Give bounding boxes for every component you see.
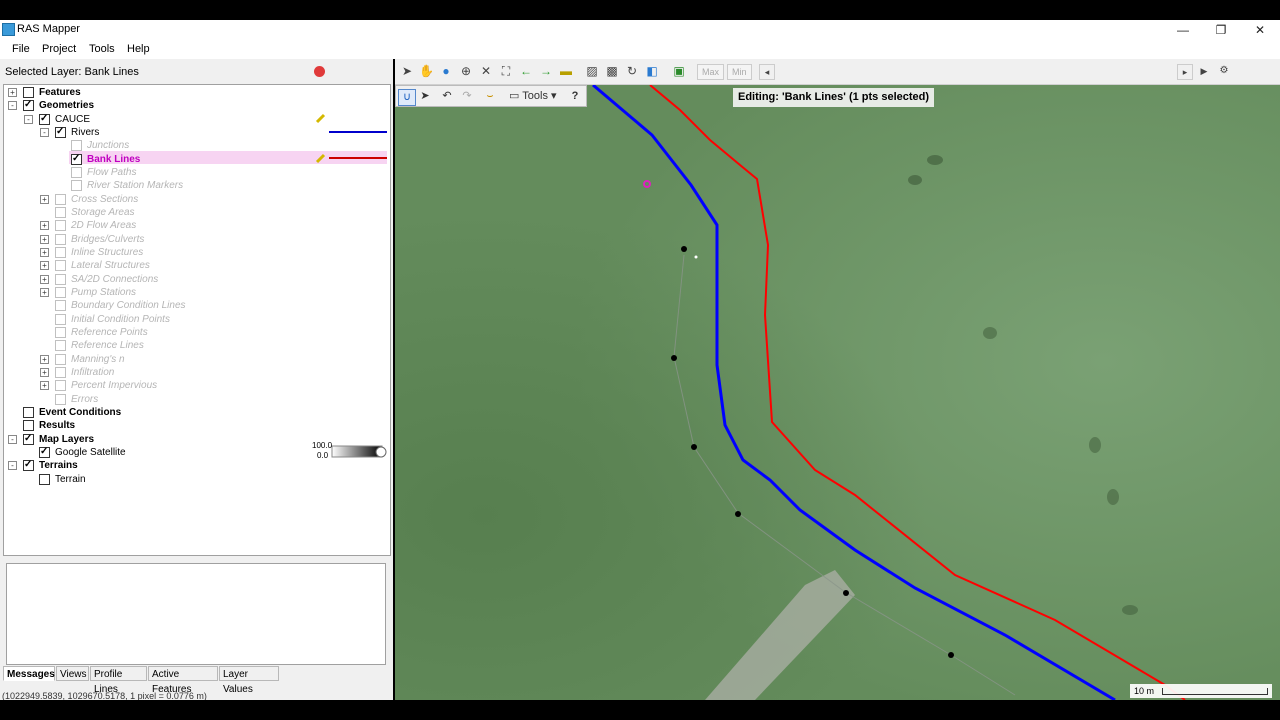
tree-feature xyxy=(908,175,922,185)
tab-profile-lines[interactable]: Profile Lines xyxy=(90,666,147,695)
messages-box xyxy=(6,563,386,665)
opacity-top-label: 100.0 xyxy=(312,441,333,450)
full-extent-icon[interactable]: ⛶ xyxy=(499,64,513,78)
bank-line-vertex xyxy=(843,590,849,596)
profile-icon[interactable]: ▨ xyxy=(585,64,599,78)
tree-feature xyxy=(983,327,997,339)
tab-layer-values[interactable]: Layer Values xyxy=(219,666,279,695)
letterbox-bottom xyxy=(0,700,1280,720)
window-title: RAS Mapper xyxy=(17,23,80,35)
max-button[interactable]: Max xyxy=(697,64,725,80)
tab-views[interactable]: Views xyxy=(56,666,89,681)
bank-line-vertex xyxy=(671,355,677,361)
mouse-cursor-icon xyxy=(694,255,698,259)
tree-feature xyxy=(1122,605,1138,615)
map-canvas xyxy=(395,85,1280,700)
tools-dropdown[interactable]: ▭ Tools ▾ xyxy=(509,89,561,104)
tree-feature xyxy=(1089,437,1101,453)
next-icon[interactable]: ▸ xyxy=(1177,64,1193,80)
min-button[interactable]: Min xyxy=(727,64,752,80)
layer-panel: Selected Layer: Bank Lines +Features-Geo… xyxy=(0,59,393,701)
edit-feature-icon[interactable]: ⌣ xyxy=(483,89,497,104)
tree-feature xyxy=(927,155,943,165)
scale-bar-label: 10 m xyxy=(1133,686,1154,696)
sync-icon[interactable]: ↻ xyxy=(625,64,639,78)
hatch-icon[interactable]: ▩ xyxy=(605,64,619,78)
back-arrow-icon[interactable]: ← xyxy=(519,64,533,78)
tools-dropdown-label: Tools xyxy=(522,90,548,102)
bank-lines-edit-icon xyxy=(315,153,326,164)
restore-button[interactable]: ❐ xyxy=(1206,22,1236,38)
scale-bar: 10 m xyxy=(1129,684,1272,698)
select-vertex-icon[interactable]: ➤ xyxy=(418,89,432,104)
layer-tree: +Features-Geometries-CAUCE-RiversJunctio… xyxy=(3,84,391,556)
measure-icon[interactable]: ▬ xyxy=(559,64,573,78)
title-bar: RAS Mapper — ❐ ✕ xyxy=(0,20,1280,40)
bank-line-vertex xyxy=(691,444,697,450)
minimize-button[interactable]: — xyxy=(1168,22,1198,38)
animation-settings-icon[interactable]: ⚙ xyxy=(1217,64,1231,78)
map-view[interactable]: ∪ ➤ ↶ ↷ ⌣ ▭ Tools ▾ ? Editing: 'Bank Lin… xyxy=(395,85,1280,700)
chevron-down-icon: ▾ xyxy=(547,90,557,102)
draw-line-icon[interactable]: ∪ xyxy=(398,89,416,106)
edit-toolbar: ∪ ➤ ↶ ↷ ⌣ ▭ Tools ▾ ? xyxy=(395,85,587,107)
zoom-in-icon[interactable]: ⊕ xyxy=(459,64,473,78)
undo-icon[interactable]: ↶ xyxy=(440,89,454,104)
pointer-icon[interactable]: ➤ xyxy=(400,64,414,78)
stop-editing-icon[interactable] xyxy=(314,66,325,77)
tree-legend-graphics xyxy=(315,113,387,458)
prev-icon[interactable]: ◂ xyxy=(759,64,775,80)
bank-line-vertex xyxy=(948,652,954,658)
scale-bar-line xyxy=(1162,688,1268,696)
play-icon[interactable]: ▶ xyxy=(1197,64,1211,78)
tree-feature xyxy=(1107,489,1119,505)
letterbox-top xyxy=(0,0,1280,20)
close-button[interactable]: ✕ xyxy=(1245,22,1275,38)
menu-bar: File Project Tools Help xyxy=(0,40,1280,59)
zoom-out-icon[interactable]: ✕ xyxy=(479,64,493,78)
table-icon[interactable]: ▣ xyxy=(672,64,686,78)
bank-line-vertex xyxy=(735,511,741,517)
menu-help[interactable]: Help xyxy=(127,43,150,55)
google-logo-icon xyxy=(375,446,387,458)
tab-messages[interactable]: Messages xyxy=(3,666,55,681)
editing-status-label: Editing: 'Bank Lines' (1 pts selected) xyxy=(733,88,935,107)
help-button[interactable]: ? xyxy=(568,89,582,104)
opacity-gradient xyxy=(331,445,383,458)
main-toolbar: ➤ ✋ ● ⊕ ✕ ⛶ ← → ▬ ▨ ▩ ↻ ◧ ▣ Max Min ◂ ▸ … xyxy=(395,59,1280,85)
opacity-bottom-label: 0.0 xyxy=(317,451,329,460)
bank-line-vertex xyxy=(681,246,687,252)
pan-icon[interactable]: ✋ xyxy=(419,64,434,78)
tab-active-features[interactable]: Active Features xyxy=(148,666,218,695)
menu-file[interactable]: File xyxy=(12,43,30,55)
layers-icon[interactable]: ◧ xyxy=(645,64,659,78)
globe-icon[interactable]: ● xyxy=(439,64,453,78)
cauce-edit-icon xyxy=(315,113,326,124)
redo-icon[interactable]: ↷ xyxy=(460,89,474,104)
menu-project[interactable]: Project xyxy=(42,43,76,55)
forward-arrow-icon[interactable]: → xyxy=(539,64,553,78)
app-icon xyxy=(2,23,15,36)
selected-layer-label: Selected Layer: Bank Lines xyxy=(5,66,139,78)
menu-tools[interactable]: Tools xyxy=(89,43,115,55)
toolbox-icon: ▭ xyxy=(509,90,523,102)
